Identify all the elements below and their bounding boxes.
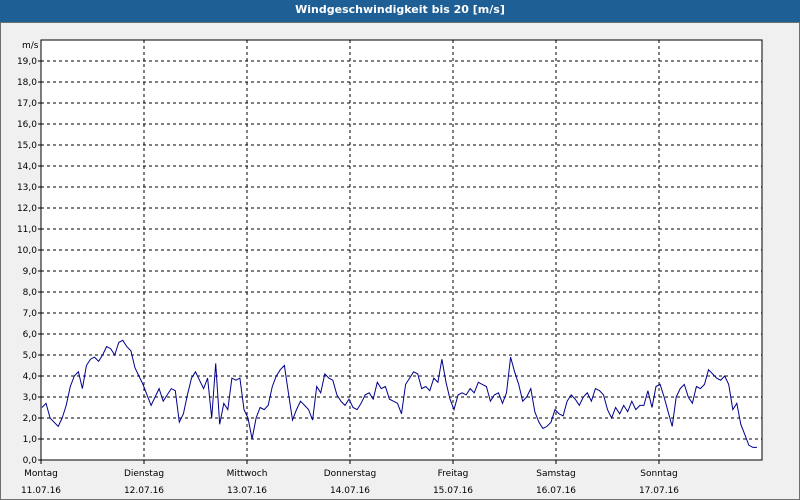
y-tick-label: 8,0 — [23, 288, 38, 298]
x-tick-day-label: Montag — [24, 469, 58, 479]
y-tick-label: 17,0 — [17, 99, 37, 109]
y-tick-label: 18,0 — [17, 78, 37, 88]
y-tick-label: 12,0 — [17, 204, 37, 214]
y-unit-label: m/s — [22, 41, 39, 51]
y-tick-label: 19,0 — [17, 57, 37, 67]
y-tick-label: 1,0 — [23, 435, 38, 445]
y-tick-label: 3,0 — [23, 393, 38, 403]
y-axis-ticks: 0,0 1,0 2,0 3,0 4,0 5,0 6,0 7,0 8,0 9,0 10,0 11,0 12… — [17, 57, 41, 466]
x-tick-date-label: 11.07.16 — [21, 486, 61, 496]
x-tick-day-label: Freitag — [438, 469, 469, 479]
x-tick-day-label: Mittwoch — [227, 469, 268, 479]
x-tick-date-label: 14.07.16 — [330, 486, 370, 496]
y-tick-label: 2,0 — [23, 414, 38, 424]
y-tick-label: 13,0 — [17, 183, 37, 193]
wind-speed-chart: 0,0 1,0 2,0 3,0 4,0 5,0 6,0 7,0 8,0 9,0 10,0 11,0 12… — [17, 39, 763, 496]
y-tick-label: 11,0 — [17, 225, 37, 235]
x-tick-day-label: Sonntag — [640, 469, 677, 479]
x-tick-day-label: Donnerstag — [324, 469, 377, 479]
x-tick-date-label: 12.07.16 — [124, 486, 164, 496]
x-tick-date-label: 17.07.16 — [639, 486, 679, 496]
x-tick-date-label: 13.07.16 — [227, 486, 267, 496]
y-tick-label: 5,0 — [23, 351, 38, 361]
y-tick-label: 15,0 — [17, 141, 37, 151]
x-axis-ticks: Montag 11.07.16 Dienstag 12.07.16 Mittwoch 13… — [21, 460, 679, 496]
y-tick-label: 10,0 — [17, 246, 37, 256]
y-tick-label: 14,0 — [17, 162, 37, 172]
x-tick-date-label: 15.07.16 — [433, 486, 473, 496]
y-tick-label: 4,0 — [23, 372, 38, 382]
x-tick-date-label: 16.07.16 — [536, 486, 576, 496]
y-tick-label: 0,0 — [23, 456, 38, 466]
y-tick-label: 7,0 — [23, 309, 38, 319]
x-tick-day-label: Dienstag — [124, 469, 164, 479]
y-tick-label: 9,0 — [23, 267, 38, 277]
y-tick-label: 6,0 — [23, 330, 38, 340]
x-tick-day-label: Samstag — [536, 469, 575, 479]
y-tick-label: 16,0 — [17, 120, 37, 130]
